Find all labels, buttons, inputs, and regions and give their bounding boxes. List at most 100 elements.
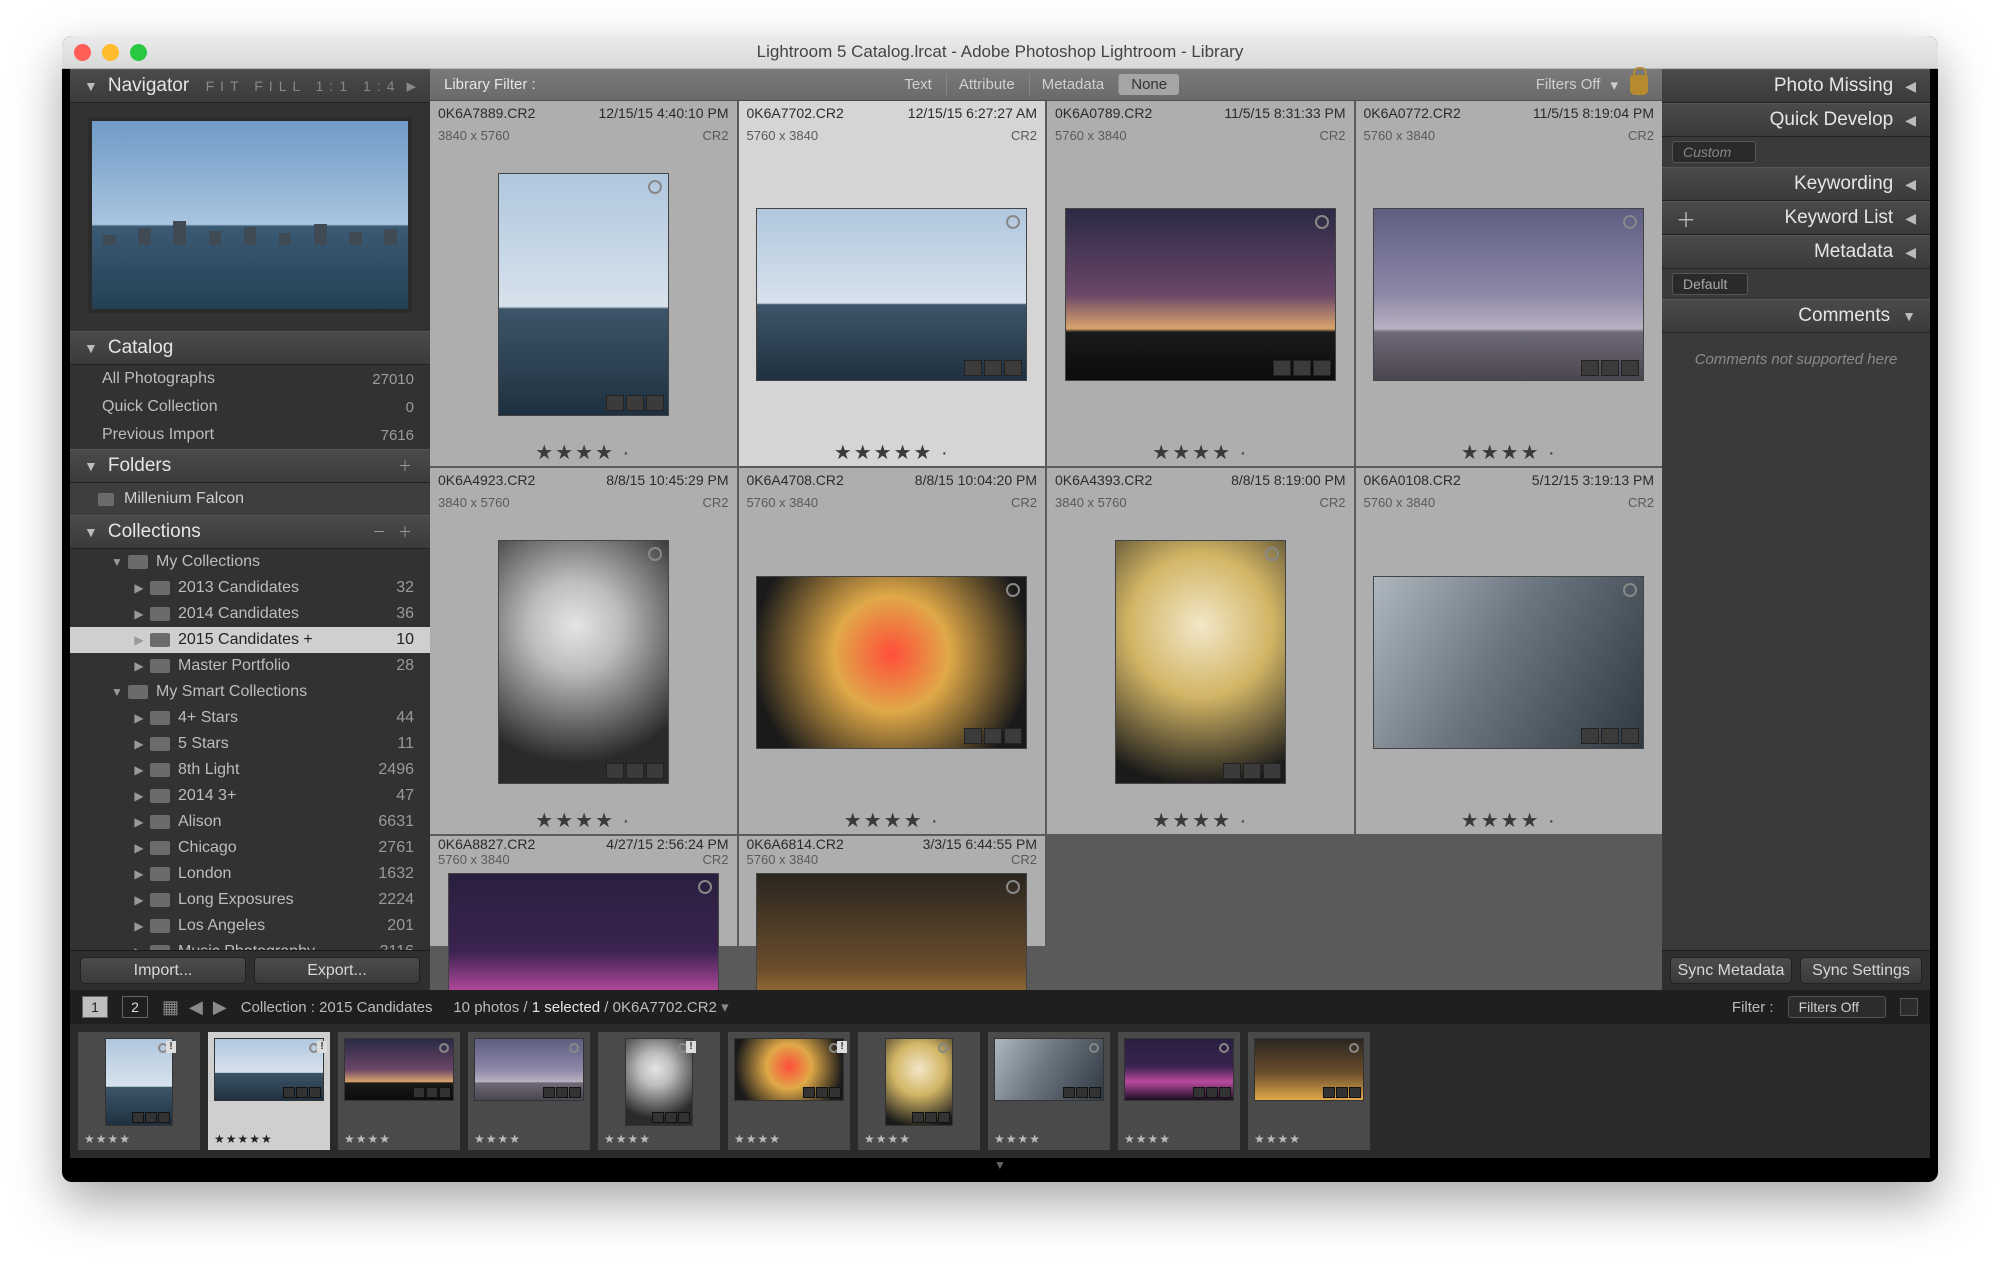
- add-folder-icon[interactable]: ＋: [398, 456, 416, 476]
- filter-tab-text[interactable]: Text: [892, 74, 944, 95]
- collection-item[interactable]: ▶London1632: [70, 861, 430, 887]
- rating-stars[interactable]: ★★★★ ·: [1356, 440, 1663, 466]
- collection-item[interactable]: ▶Master Portfolio28: [70, 653, 430, 679]
- disclosure-icon[interactable]: ▶: [132, 815, 146, 829]
- navigator-preview[interactable]: [88, 117, 412, 313]
- collections-buttons[interactable]: － ＋: [372, 522, 416, 542]
- thumbnail[interactable]: !: [756, 576, 1027, 749]
- rating-stars[interactable]: ★★★★: [988, 1132, 1110, 1150]
- filmstrip-cell[interactable]: ! ★★★★★: [208, 1032, 330, 1150]
- disclosure-icon[interactable]: ▶: [132, 789, 146, 803]
- thumbnail[interactable]: !: [214, 1038, 324, 1126]
- collection-item[interactable]: ▼My Smart Collections: [70, 679, 430, 705]
- filmstrip-cell[interactable]: ★★★★: [858, 1032, 980, 1150]
- rating-stars[interactable]: ★★★★★: [208, 1132, 330, 1150]
- rating-stars[interactable]: ★★★★: [338, 1132, 460, 1150]
- grid-cell[interactable]: 0K6A0789.CR211/5/15 8:31:33 PM5760 x 384…: [1047, 101, 1354, 466]
- filmstrip-collapse-icon[interactable]: ▼: [70, 1158, 1930, 1174]
- rating-stars[interactable]: ★★★★ ·: [430, 808, 737, 834]
- rating-stars[interactable]: ★★★★ ·: [739, 808, 1046, 834]
- chevron-down-icon[interactable]: ▾: [1610, 76, 1618, 94]
- grid-cell[interactable]: 0K6A4708.CR28/8/15 10:04:20 PM5760 x 384…: [739, 468, 1046, 834]
- flag-icon[interactable]: [1349, 1043, 1359, 1053]
- collections-header[interactable]: ▼ Collections － ＋: [70, 515, 430, 549]
- rating-stars[interactable]: ★★★★: [1118, 1132, 1240, 1150]
- collection-item[interactable]: ▶8th Light2496: [70, 757, 430, 783]
- thumbnail[interactable]: [1373, 576, 1644, 749]
- collection-item[interactable]: ▼My Collections: [70, 549, 430, 575]
- disclosure-icon[interactable]: ▼: [110, 555, 124, 569]
- prev-icon[interactable]: ◀: [189, 997, 203, 1018]
- flag-icon[interactable]: [569, 1043, 579, 1053]
- flag-icon[interactable]: [1265, 547, 1279, 561]
- flag-icon[interactable]: [1315, 215, 1329, 229]
- collection-item[interactable]: ▶Music Photography3116: [70, 939, 430, 950]
- filter-tab-metadata[interactable]: Metadata: [1029, 74, 1117, 95]
- thumbnail[interactable]: !: [756, 208, 1027, 381]
- filmstrip-cell[interactable]: ★★★★: [1248, 1032, 1370, 1150]
- metadata-dropdown[interactable]: Default: [1672, 273, 1748, 295]
- grid-cell[interactable]: 0K6A6814.CR23/3/15 6:44:55 PM5760 x 3840…: [739, 836, 1046, 946]
- flag-icon[interactable]: [1006, 215, 1020, 229]
- disclosure-icon[interactable]: ▶: [132, 607, 146, 621]
- grid-cell[interactable]: 0K6A4393.CR28/8/15 8:19:00 PM3840 x 5760…: [1047, 468, 1354, 834]
- chevron-icon[interactable]: ▸: [406, 75, 416, 98]
- thumbnail[interactable]: [756, 873, 1027, 990]
- filmstrip[interactable]: !★★★★!★★★★★★★★★★★★★!★★★★!★★★★★★★★★★★★★★★…: [70, 1024, 1930, 1158]
- filter-dropdown[interactable]: Filters Off: [1788, 996, 1886, 1018]
- preset-dropdown[interactable]: Custom: [1672, 141, 1756, 163]
- thumbnail[interactable]: !: [604, 1038, 714, 1126]
- flag-icon[interactable]: [648, 180, 662, 194]
- photo-missing-header[interactable]: Photo Missing◀: [1662, 69, 1930, 103]
- collection-item[interactable]: ▶Chicago2761: [70, 835, 430, 861]
- filmstrip-cell[interactable]: !★★★★: [728, 1032, 850, 1150]
- import-button[interactable]: Import...: [80, 957, 246, 984]
- filmstrip-cell[interactable]: !★★★★: [598, 1032, 720, 1150]
- flag-icon[interactable]: [1623, 215, 1637, 229]
- thumbnail[interactable]: [864, 1038, 974, 1126]
- disclosure-icon[interactable]: ▶: [132, 659, 146, 673]
- filter-lock-icon[interactable]: [1630, 75, 1648, 95]
- grid-cell[interactable]: 0K6A4923.CR28/8/15 10:45:29 PM3840 x 576…: [430, 468, 737, 834]
- navigator-zoom-options[interactable]: FIT FILL 1:1 1:4: [206, 78, 401, 94]
- keyword-list-header[interactable]: ＋Keyword List◀: [1662, 201, 1930, 235]
- disclosure-icon[interactable]: ▼: [110, 685, 124, 699]
- rating-stars[interactable]: ★★★★: [1248, 1132, 1370, 1150]
- breadcrumb[interactable]: Collection : 2015 Candidates 10 photos /…: [241, 998, 729, 1016]
- thumbnail[interactable]: [1254, 1038, 1364, 1126]
- disclosure-icon[interactable]: ▶: [132, 919, 146, 933]
- sync-metadata-button[interactable]: Sync Metadata: [1670, 957, 1792, 984]
- disclosure-icon[interactable]: ▶: [132, 737, 146, 751]
- thumbnail[interactable]: [1065, 208, 1336, 381]
- thumbnail[interactable]: !: [734, 1038, 844, 1126]
- grid-cell[interactable]: 0K6A7702.CR212/15/15 6:27:27 AM5760 x 38…: [739, 101, 1046, 466]
- thumbnail[interactable]: !: [498, 540, 669, 783]
- thumbnail[interactable]: [474, 1038, 584, 1126]
- rating-stars[interactable]: ★★★★ ·: [1047, 440, 1354, 466]
- grid-cell[interactable]: 0K6A0108.CR25/12/15 3:19:13 PM5760 x 384…: [1356, 468, 1663, 834]
- collection-item[interactable]: ▶2014 Candidates36: [70, 601, 430, 627]
- metadata-header[interactable]: Metadata◀: [1662, 235, 1930, 269]
- disclosure-icon[interactable]: ▶: [132, 867, 146, 881]
- second-window-button[interactable]: 2: [122, 996, 148, 1018]
- thumbnail[interactable]: !: [84, 1038, 194, 1126]
- collection-item[interactable]: ▶4+ Stars44: [70, 705, 430, 731]
- grid-view-icon[interactable]: ▦: [162, 997, 179, 1018]
- catalog-row[interactable]: Quick Collection0: [70, 393, 430, 421]
- rating-stars[interactable]: ★★★★ ·: [1356, 808, 1663, 834]
- flag-icon[interactable]: [1623, 583, 1637, 597]
- comments-header[interactable]: Comments▼: [1662, 299, 1930, 333]
- export-button[interactable]: Export...: [254, 957, 420, 984]
- thumbnail[interactable]: !: [498, 173, 669, 416]
- flag-icon[interactable]: [1006, 583, 1020, 597]
- flag-icon[interactable]: [648, 547, 662, 561]
- quick-develop-header[interactable]: Quick Develop◀: [1662, 103, 1930, 137]
- collection-item[interactable]: ▶2015 Candidates +10: [70, 627, 430, 653]
- thumbnail[interactable]: [1373, 208, 1644, 381]
- filter-tab-attribute[interactable]: Attribute: [946, 74, 1027, 95]
- grid-cell[interactable]: 0K6A7889.CR212/15/15 4:40:10 PM3840 x 57…: [430, 101, 737, 466]
- next-icon[interactable]: ▶: [213, 997, 227, 1018]
- disclosure-icon[interactable]: ▶: [132, 893, 146, 907]
- filmstrip-cell[interactable]: ★★★★: [1118, 1032, 1240, 1150]
- flag-icon[interactable]: [1089, 1043, 1099, 1053]
